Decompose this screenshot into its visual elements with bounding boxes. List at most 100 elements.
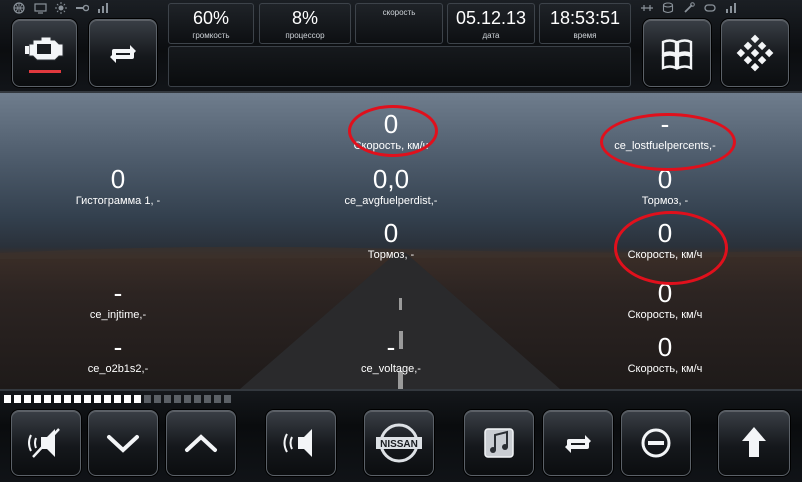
status-tray-left [12, 0, 110, 16]
minimize-button[interactable] [621, 410, 691, 476]
level-segment [104, 395, 111, 403]
volume-value: 60% [192, 8, 230, 28]
cpu-value: 8% [291, 8, 318, 28]
database-icon [661, 2, 675, 14]
gauge-label: Скорость, км/ч [627, 363, 703, 375]
gauge-label: Тормоз, - [367, 249, 415, 261]
level-segment [134, 395, 141, 403]
level-segment [74, 395, 81, 403]
level-segment [214, 395, 221, 403]
switch-mode-button[interactable] [89, 19, 157, 87]
time-label: время [573, 31, 597, 40]
level-segment [64, 395, 71, 403]
gauge-brake-2[interactable]: 0 Тормоз, - [266, 219, 516, 262]
volume-down-button[interactable] [88, 410, 158, 476]
windows-icon [661, 39, 693, 70]
windows-button[interactable] [643, 19, 711, 87]
cpu-label: процессор [285, 31, 325, 40]
grid-icon [736, 34, 774, 72]
highlight-ring [348, 105, 438, 157]
volume-up-button[interactable] [166, 410, 236, 476]
gauge-value: - [113, 332, 123, 362]
eject-up-button[interactable] [718, 410, 790, 476]
level-segment [24, 395, 31, 403]
gauge-speed-4[interactable]: 0 Скорость, км/ч [540, 333, 790, 376]
engine-icon [24, 36, 63, 73]
arrow-up-icon [742, 427, 766, 457]
bottom-bar: NISSAN [0, 389, 802, 482]
level-segment [164, 395, 171, 403]
gauge-o2b1s2[interactable]: - ce_o2b1s2,- [0, 333, 243, 376]
globe-icon [12, 2, 26, 14]
gauge-avgfuelperdist[interactable]: 0,0 ce_avgfuelperdist,- [266, 165, 516, 208]
gauge-area: 0 Скорость, км/ч - ce_lostfuelpercents,-… [0, 93, 802, 389]
date-label: дата [482, 31, 500, 40]
time-stat: 18:53:51 время [539, 3, 631, 44]
chevron-down-icon [107, 435, 139, 453]
repeat-button[interactable] [543, 410, 613, 476]
volume-stat: 60% громкость [168, 3, 254, 44]
speed-stat: скорость [355, 3, 443, 44]
gauge-value: 0,0 [372, 164, 410, 194]
loop-icon [703, 2, 717, 14]
gauge-brake-1[interactable]: 0 Тормоз, - [540, 165, 790, 208]
repeat-icon [565, 435, 591, 453]
music-note-icon [484, 428, 514, 458]
wrench-alt-icon [682, 2, 696, 14]
repeat-icon [110, 45, 136, 63]
volume-label: громкость [192, 31, 230, 40]
level-segment [54, 395, 61, 403]
antenna-icon [640, 2, 654, 14]
gauge-voltage[interactable]: - ce_voltage,- [266, 333, 516, 376]
gauge-value: - [113, 278, 123, 308]
gauge-injtime[interactable]: - ce_injtime,- [0, 279, 243, 322]
gauge-label: ce_avgfuelperdist,- [344, 195, 438, 207]
minus-circle-icon [641, 428, 671, 458]
signal-icon [96, 2, 110, 14]
level-segment [34, 395, 41, 403]
level-segment [4, 395, 11, 403]
level-segment [224, 395, 231, 403]
gauge-value: 0 [657, 332, 673, 362]
monitor-icon [33, 2, 47, 14]
signal-alt-icon [724, 2, 738, 14]
highlight-ring [600, 113, 736, 171]
date-value: 05.12.13 [455, 8, 527, 28]
gauge-label: Гистограмма 1, - [75, 195, 161, 207]
level-segment [114, 395, 121, 403]
gauge-value: 0 [110, 164, 126, 194]
apps-menu-button[interactable] [721, 19, 789, 87]
level-segment [154, 395, 161, 403]
highlight-ring [614, 211, 728, 285]
level-segment [44, 395, 51, 403]
speed-label: скорость [382, 8, 416, 17]
level-segment [124, 395, 131, 403]
engine-diagnostics-button[interactable] [12, 19, 77, 87]
mute-icon [28, 428, 60, 458]
level-segment [194, 395, 201, 403]
mute-button[interactable] [11, 410, 81, 476]
status-tray-right [640, 0, 738, 16]
level-segment [204, 395, 211, 403]
gauge-label: ce_injtime,- [89, 309, 147, 321]
gauge-label: Скорость, км/ч [627, 309, 703, 321]
cpu-stat: 8% процессор [259, 3, 351, 44]
level-segment [174, 395, 181, 403]
top-bar: 60% громкость 8% процессор скорость 05.1… [0, 0, 802, 93]
chevron-up-icon [185, 434, 217, 452]
music-player-button[interactable] [464, 410, 534, 476]
gauge-histogram-1[interactable]: 0 Гистограмма 1, - [0, 165, 243, 208]
nissan-logo-text: NISSAN [380, 439, 418, 450]
speaker-icon [283, 429, 312, 457]
gauge-label: ce_o2b1s2,- [87, 363, 149, 375]
level-segment [14, 395, 21, 403]
nissan-logo-icon: NISSAN [376, 423, 422, 463]
gauge-label: Тормоз, - [641, 195, 689, 207]
gauge-value: 0 [383, 218, 399, 248]
info-panel [168, 46, 631, 87]
sound-button[interactable] [266, 410, 336, 476]
sun-icon [54, 2, 68, 14]
level-segment [84, 395, 91, 403]
gauge-speed-3[interactable]: 0 Скорость, км/ч [540, 279, 790, 322]
nissan-home-button[interactable]: NISSAN [364, 410, 434, 476]
